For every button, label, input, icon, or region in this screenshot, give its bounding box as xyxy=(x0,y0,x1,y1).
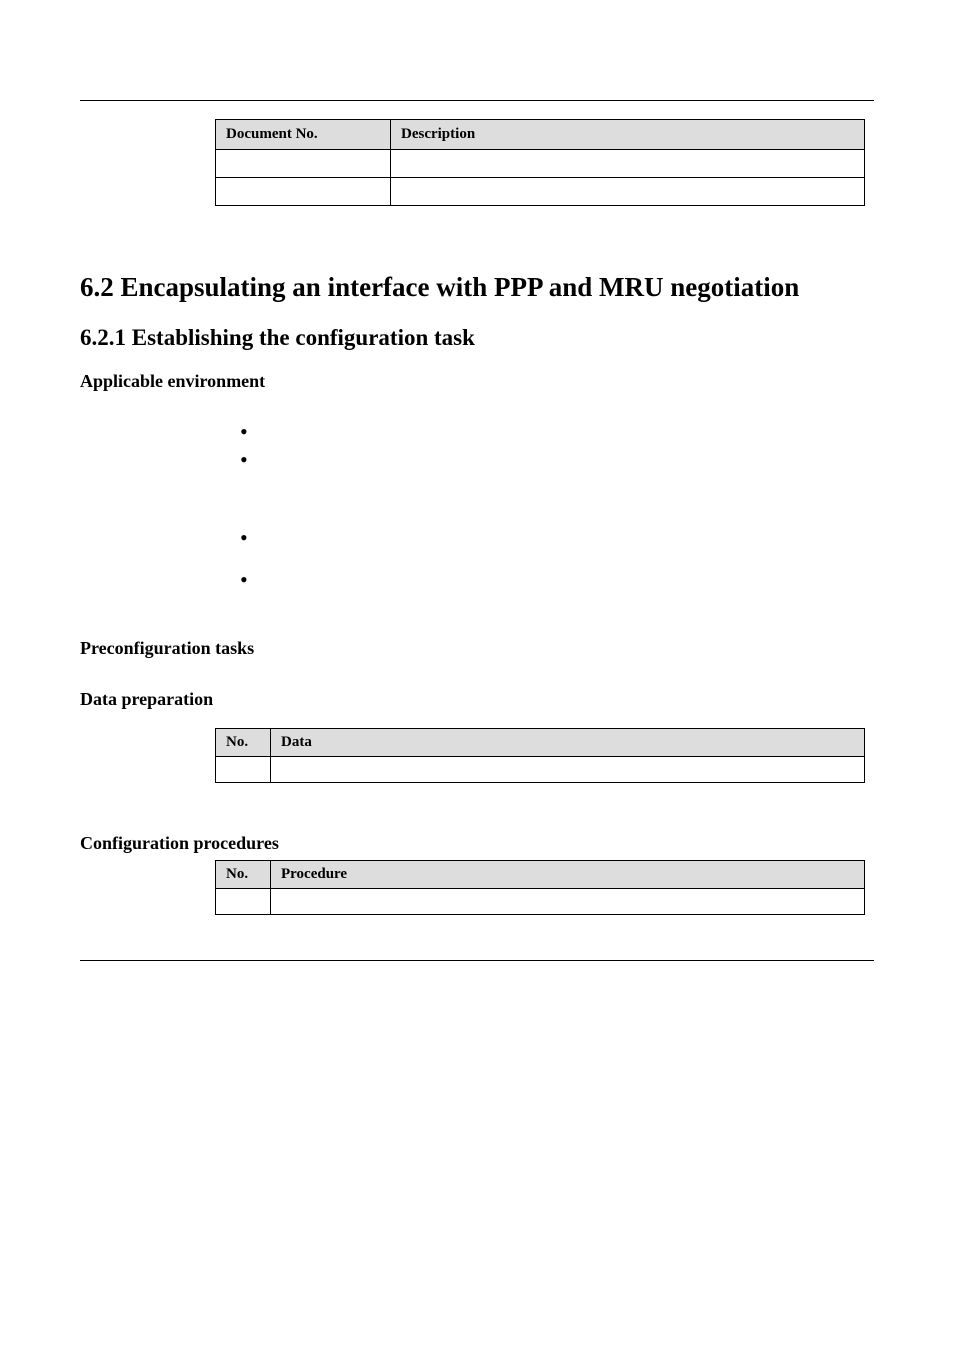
subsection-heading: 6.2.1 Establishing the configuration tas… xyxy=(80,325,874,351)
doc-table-header-description: Description xyxy=(391,120,865,150)
table-row xyxy=(216,150,865,178)
applicable-environment-heading: Applicable environment xyxy=(80,371,874,392)
list-item xyxy=(240,450,874,468)
doc-table-cell xyxy=(391,150,865,178)
section-heading: 6.2 Encapsulating an interface with PPP … xyxy=(80,271,874,305)
table-row xyxy=(216,888,865,914)
configuration-procedures-heading: Configuration procedures xyxy=(80,833,874,854)
document-table: Document No. Description xyxy=(215,119,865,206)
proc-table-header-procedure: Procedure xyxy=(271,860,865,888)
data-table-cell xyxy=(216,756,271,782)
configuration-procedures-table: No. Procedure xyxy=(215,860,865,915)
data-preparation-table: No. Data xyxy=(215,728,865,783)
data-table-header-data: Data xyxy=(271,728,865,756)
list-item xyxy=(240,570,874,588)
top-horizontal-rule xyxy=(80,100,874,101)
list-item xyxy=(240,528,874,546)
doc-table-cell xyxy=(216,178,391,206)
doc-table-header-docno: Document No. xyxy=(216,120,391,150)
doc-table-cell xyxy=(391,178,865,206)
bullet-list xyxy=(240,422,874,588)
table-row xyxy=(216,756,865,782)
bottom-horizontal-rule xyxy=(80,960,874,961)
proc-table-header-no: No. xyxy=(216,860,271,888)
data-table-cell xyxy=(271,756,865,782)
proc-table-cell xyxy=(216,888,271,914)
table-row xyxy=(216,178,865,206)
preconfiguration-tasks-heading: Preconfiguration tasks xyxy=(80,638,874,659)
proc-table-cell xyxy=(271,888,865,914)
list-item xyxy=(240,422,874,440)
data-table-header-no: No. xyxy=(216,728,271,756)
data-preparation-heading: Data preparation xyxy=(80,689,874,710)
doc-table-cell xyxy=(216,150,391,178)
